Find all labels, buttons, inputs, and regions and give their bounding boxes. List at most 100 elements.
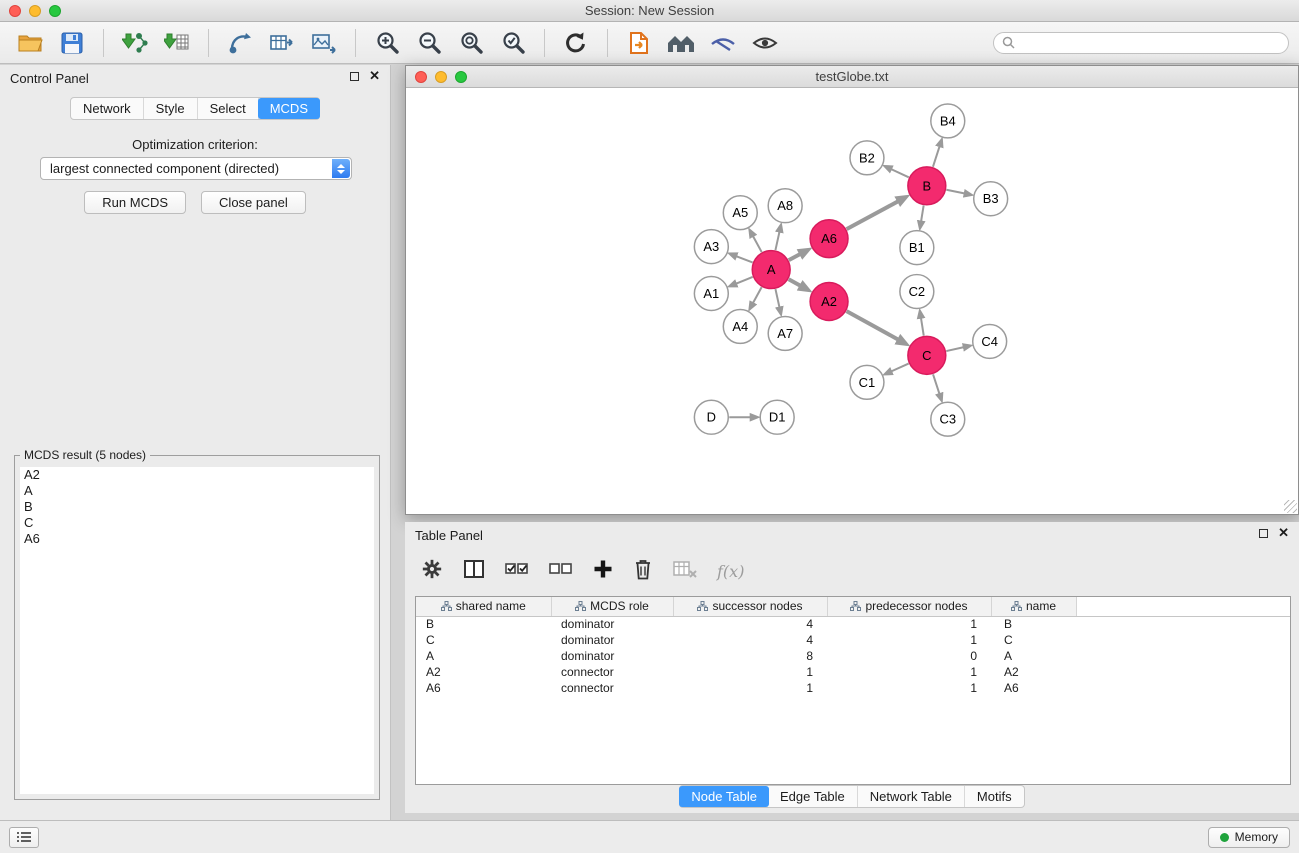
graph-edge-C-C3[interactable] [933, 374, 939, 393]
open-folder-icon [17, 32, 43, 54]
node-table[interactable]: shared nameMCDS rolesuccessor nodesprede… [415, 596, 1291, 785]
graph-edge-A-A5[interactable] [753, 236, 762, 252]
graph-edge-A6-B[interactable] [847, 201, 898, 229]
float-panel-icon[interactable] [1259, 529, 1268, 538]
mcds-result-list[interactable]: A2ABCA6 [20, 467, 374, 794]
graph-edge-C-C1[interactable] [892, 364, 909, 372]
tab-select[interactable]: Select [198, 98, 259, 119]
memory-button[interactable]: Memory [1208, 827, 1290, 848]
graph-node-label-D: D [707, 410, 716, 425]
close-panel-icon[interactable]: ✕ [1278, 528, 1289, 538]
function-builder-button[interactable]: f(x) [717, 562, 744, 581]
mcds-result-item[interactable]: C [20, 515, 374, 531]
column-header-MCDS-role[interactable]: MCDS role [551, 597, 673, 616]
graph-node-label-A: A [767, 262, 776, 277]
close-panel-icon[interactable]: ✕ [369, 71, 380, 81]
mcds-result-item[interactable]: A2 [20, 467, 374, 483]
graph-edge-A-A1[interactable] [736, 277, 752, 284]
close-panel-button[interactable]: Close panel [201, 191, 306, 214]
graph-edge-C-C2[interactable] [921, 318, 924, 336]
network-canvas[interactable]: B4B2BB3A5A8A6B1A3AA1C2A2A4A7C4CC1C3DD1 [406, 89, 1298, 514]
network-close-button[interactable] [415, 71, 427, 83]
mcds-result-item[interactable]: A6 [20, 531, 374, 547]
mcds-result-item[interactable]: B [20, 499, 374, 515]
table-cell-filler [1076, 632, 1290, 648]
column-header-shared-name[interactable]: shared name [416, 597, 551, 616]
table-row[interactable]: A2connector11A2 [416, 664, 1290, 680]
column-header-name[interactable]: name [991, 597, 1076, 616]
maximize-window-button[interactable] [49, 5, 61, 17]
table-row[interactable]: Bdominator41B [416, 616, 1290, 632]
minimize-window-button[interactable] [29, 5, 41, 17]
graph-edge-A-A4[interactable] [753, 287, 762, 303]
tab-motifs[interactable]: Motifs [965, 786, 1024, 807]
import-file-button[interactable] [621, 27, 657, 59]
zoom-selected-button[interactable] [495, 27, 531, 59]
graph-node-label-A5: A5 [732, 205, 748, 220]
network-window-titlebar[interactable]: testGlobe.txt [406, 66, 1298, 88]
select-all-columns-button[interactable] [505, 559, 529, 584]
table-row[interactable]: Cdominator41C [416, 632, 1290, 648]
graph-edge-A-A8[interactable] [775, 232, 779, 250]
graph-edge-A-A7[interactable] [775, 289, 779, 307]
run-mcds-button[interactable]: Run MCDS [84, 191, 186, 214]
search-input[interactable] [1020, 34, 1288, 52]
dropdown-selected-value: largest connected component (directed) [50, 161, 279, 176]
delete-row-button[interactable] [633, 558, 653, 585]
import-table-file-button[interactable] [159, 27, 195, 59]
open-session-button[interactable] [12, 27, 48, 59]
graph-edge-B-B4[interactable] [933, 147, 940, 167]
table-row[interactable]: A6connector11A6 [416, 680, 1290, 696]
graph-edge-B-B1[interactable] [921, 205, 924, 221]
network-graph[interactable]: B4B2BB3A5A8A6B1A3AA1C2A2A4A7C4CC1C3DD1 [406, 89, 1298, 514]
apply-layout-button[interactable] [558, 27, 594, 59]
tab-style[interactable]: Style [144, 98, 198, 119]
toolbar-separator [355, 29, 356, 57]
column-view-button[interactable] [463, 558, 485, 585]
deselect-all-columns-button[interactable] [549, 559, 573, 584]
hide-selected-button[interactable] [705, 27, 741, 59]
task-history-button[interactable] [9, 827, 39, 848]
float-panel-icon[interactable] [350, 72, 359, 81]
table-row[interactable]: Adominator80A [416, 648, 1290, 664]
add-row-button[interactable] [593, 559, 613, 584]
tab-node-table[interactable]: Node Table [679, 786, 769, 807]
table-settings-button[interactable] [421, 558, 443, 585]
graph-node-label-A3: A3 [703, 239, 719, 254]
graph-node-label-B: B [923, 178, 932, 193]
graph-edge-B-B3[interactable] [946, 190, 964, 194]
graph-edge-A-A3[interactable] [736, 256, 752, 262]
mcds-result-item[interactable]: A [20, 483, 374, 499]
graph-edge-A-A6[interactable] [789, 254, 800, 260]
first-neighbors-button[interactable] [663, 27, 699, 59]
optimization-criterion-dropdown[interactable]: largest connected component (directed) [40, 157, 352, 180]
network-maximize-button[interactable] [455, 71, 467, 83]
column-header-predecessor-nodes[interactable]: predecessor nodes [827, 597, 991, 616]
tab-edge-table[interactable]: Edge Table [768, 786, 858, 807]
export-image-button[interactable] [306, 27, 342, 59]
close-window-button[interactable] [9, 5, 21, 17]
graph-edge-A2-C[interactable] [847, 311, 898, 339]
tab-mcds[interactable]: MCDS [258, 98, 320, 119]
toolbar-separator [607, 29, 608, 57]
graph-edge-C-C4[interactable] [946, 347, 963, 351]
save-session-button[interactable] [54, 27, 90, 59]
column-header-successor-nodes[interactable]: successor nodes [673, 597, 827, 616]
new-network-button[interactable] [222, 27, 258, 59]
tab-network[interactable]: Network [71, 98, 144, 119]
graph-edge-A-A2[interactable] [789, 279, 801, 285]
import-network-file-button[interactable] [117, 27, 153, 59]
export-table-button[interactable] [264, 27, 300, 59]
show-all-button[interactable] [747, 27, 783, 59]
zoom-out-button[interactable] [411, 27, 447, 59]
window-resize-grip[interactable] [1284, 500, 1297, 513]
network-minimize-button[interactable] [435, 71, 447, 83]
graph-edge-B-B2[interactable] [891, 169, 908, 177]
zoom-in-button[interactable] [369, 27, 405, 59]
table-cell-filler [1076, 664, 1290, 680]
mcds-result-box: MCDS result (5 nodes) A2ABCA6 [14, 455, 380, 800]
delete-columns-button[interactable] [673, 559, 697, 584]
zoom-fit-button[interactable] [453, 27, 489, 59]
tab-network-table[interactable]: Network Table [858, 786, 965, 807]
global-search-field[interactable] [993, 32, 1289, 54]
